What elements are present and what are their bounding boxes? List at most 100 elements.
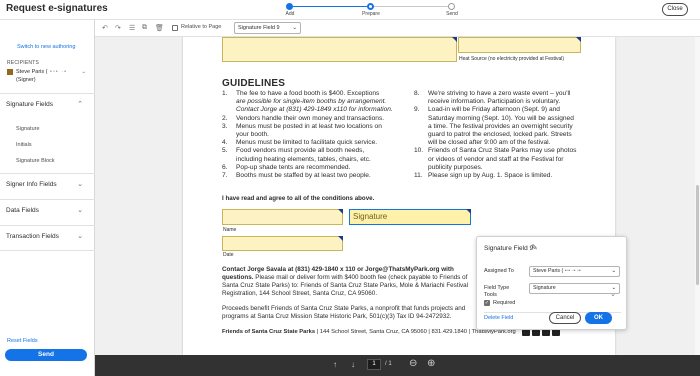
assigned-to-value: Steve Paris (	[533, 268, 564, 274]
steps-track-done	[288, 6, 370, 7]
page-navigation-bar: ↑ ↓ 1 / 1 ⊖ ⊕	[95, 355, 700, 376]
field-select-value: Signature Field 9	[238, 25, 280, 31]
page-number-input[interactable]: 1	[367, 359, 381, 370]
guideline-line: or videos of vendor and staff at the Fes…	[428, 155, 564, 163]
guideline-number: 6.	[222, 163, 228, 171]
field-marker	[452, 37, 457, 42]
vertical-scrollbar[interactable]	[695, 37, 700, 355]
guideline-line: We're striving to have a zero waste even…	[428, 90, 571, 97]
guideline-line: Food vendors must provide all booth need…	[236, 147, 365, 155]
guideline-number: 10.	[414, 147, 424, 155]
guideline-item: 4. Menus must be limited to facilitate qu…	[222, 139, 412, 147]
guideline-item: 8. We're striving to have a zero waste ev…	[414, 90, 609, 106]
send-button[interactable]: Send	[5, 349, 87, 361]
ok-button[interactable]: OK	[585, 312, 612, 324]
guideline-line: Contact Jorge at (831) 429-1849 x110 for…	[236, 106, 393, 114]
guidelines-title: GUIDELINES	[222, 78, 286, 89]
field-select[interactable]: Signature Field 9 ⌄	[234, 22, 301, 34]
guideline-line: a time. The festival provides an overnig…	[428, 122, 573, 130]
align-icon[interactable]: ☰	[129, 24, 135, 32]
sidebar-item-signature-block[interactable]: Signature Block	[16, 158, 55, 164]
close-button[interactable]: Close	[662, 3, 688, 16]
zoom-out-icon[interactable]: ⊖	[409, 358, 417, 369]
zoom-in-icon[interactable]: ⊕	[427, 358, 435, 369]
page-count: / 1	[385, 361, 392, 367]
guidelines-left-list: 1. The fee to have a food booth is $400. …	[222, 90, 412, 180]
guideline-line: will be closed after 9:00 am of the fest…	[428, 139, 551, 147]
contact-paragraph: Contact Jorge Savala at (831) 429-1840 x…	[222, 266, 482, 298]
signer-info-title: Signer Info Fields	[6, 181, 57, 188]
step-prepare-dot[interactable]	[367, 3, 374, 10]
guideline-line: including heating elements, tables, chai…	[236, 155, 371, 163]
guideline-line: Booths must be staffed by at least two p…	[236, 172, 371, 180]
guideline-line: The fee to have a food booth is $400. Ex…	[236, 90, 380, 97]
delete-field-link[interactable]: Delete Field	[484, 315, 513, 321]
delete-icon[interactable]: 🗑	[155, 24, 164, 32]
guideline-number: 11.	[414, 172, 423, 180]
guideline-line: Please sign up by Aug. 1. Space is limit…	[428, 172, 553, 180]
guideline-line: publicity purposes.	[428, 163, 483, 171]
guideline-item: 3. Menus must be posted in at least two l…	[222, 123, 412, 139]
data-fields-title: Data Fields	[6, 207, 39, 214]
step-send-dot[interactable]	[448, 3, 455, 10]
step-add-label: Add	[285, 11, 295, 17]
chevron-down-icon: ⌄	[81, 69, 86, 75]
field-marker	[338, 209, 343, 214]
recipient-role: (Signer)	[16, 77, 36, 83]
switch-authoring-link[interactable]: Switch to new authoring	[17, 44, 75, 50]
guidelines-right-list: 8. We're striving to have a zero waste ev…	[414, 90, 609, 180]
guideline-item: 1. The fee to have a food booth is $400. …	[222, 90, 412, 115]
field-toolbar: ↶ ↷ ☰ ⧉ 🗑 Relative to Page Signature Fie…	[95, 20, 700, 37]
recipient-entry[interactable]: Steve Paris ( ▪▫▪ ·▪ ⌄ (Signer)	[16, 68, 90, 84]
guideline-line: Menus must be posted in at least two loc…	[236, 122, 382, 130]
data-fields-section[interactable]: Data Fields ⌄	[0, 199, 95, 225]
guideline-line: Load-in will be Friday afternoon (Sept. …	[428, 106, 560, 114]
step-add-dot[interactable]	[286, 3, 293, 10]
guideline-number: 3.	[222, 122, 228, 130]
redo-icon[interactable]: ↷	[115, 24, 121, 32]
assigned-to-select[interactable]: Steve Paris ( ▪▫▪ ·▪ ▫▪ ⌄	[529, 266, 620, 277]
guideline-line: are possible for single-item booths by a…	[236, 98, 387, 106]
guideline-number: 4.	[222, 139, 228, 147]
arrow-down-icon[interactable]: ↓	[351, 360, 355, 369]
guideline-line: receive information. Participation is vo…	[428, 98, 561, 106]
form-field-heat-source[interactable]	[458, 37, 581, 53]
agree-statement: I have read and agree to all of the cond…	[222, 195, 375, 202]
proceeds-paragraph: Proceeds benefit Friends of Santa Cruz S…	[222, 305, 466, 320]
signer-info-section[interactable]: Signer Info Fields ⌄	[0, 173, 95, 199]
assigned-to-label: Assigned To	[484, 268, 514, 274]
guideline-line: Pop-up shade tents are recommended.	[236, 163, 351, 171]
guideline-number: 7.	[222, 172, 228, 180]
guideline-line: guard to patrol the enclosed, locked par…	[428, 131, 572, 139]
field-marker	[466, 209, 471, 214]
undo-icon[interactable]: ↶	[102, 24, 108, 32]
date-field[interactable]	[222, 236, 343, 251]
step-prepare-label: Prepare	[362, 11, 380, 17]
sidebar-item-initials[interactable]: Initials	[16, 142, 32, 148]
signature-field-9[interactable]: Signature	[349, 209, 471, 225]
guideline-number: 2.	[222, 114, 228, 122]
chevron-down-icon: ⌄	[77, 233, 83, 240]
recipient-name: Steve Paris (	[16, 69, 48, 75]
scrollbar-thumb[interactable]	[696, 185, 699, 285]
relative-to-page-checkbox[interactable]	[172, 25, 178, 31]
transaction-fields-section[interactable]: Transaction Fields ⌄	[0, 225, 95, 251]
contact-tail: Please mail or deliver form with $400 bo…	[222, 274, 469, 297]
cancel-button[interactable]: Cancel	[549, 312, 581, 324]
heat-source-label: Heat Source (no electricity provided at …	[459, 56, 565, 62]
pencil-icon[interactable]: ✎	[531, 243, 538, 252]
guideline-line: Saturday morning (Sept. 10). You will be…	[428, 114, 574, 122]
sidebar-item-signature[interactable]: Signature	[16, 126, 40, 132]
copy-icon[interactable]: ⧉	[142, 24, 147, 32]
app-title: Request e-signatures	[6, 3, 108, 14]
name-field[interactable]	[222, 209, 343, 225]
signature-fields-section[interactable]: Signature Fields ⌃	[0, 93, 95, 115]
form-field-top-left[interactable]	[222, 37, 457, 62]
field-properties-panel: Signature Field 9 ✎ Assigned To Steve Pa…	[476, 236, 627, 330]
guideline-number: 1.	[222, 90, 228, 97]
progress-steps: Add Prepare Send	[278, 2, 468, 20]
sidebar: Switch to new authoring RECIPIENTS Steve…	[0, 20, 95, 376]
arrow-up-icon[interactable]: ↑	[333, 360, 337, 369]
tools-row[interactable]	[484, 291, 621, 305]
reset-fields-link[interactable]: Reset Fields	[7, 338, 38, 344]
